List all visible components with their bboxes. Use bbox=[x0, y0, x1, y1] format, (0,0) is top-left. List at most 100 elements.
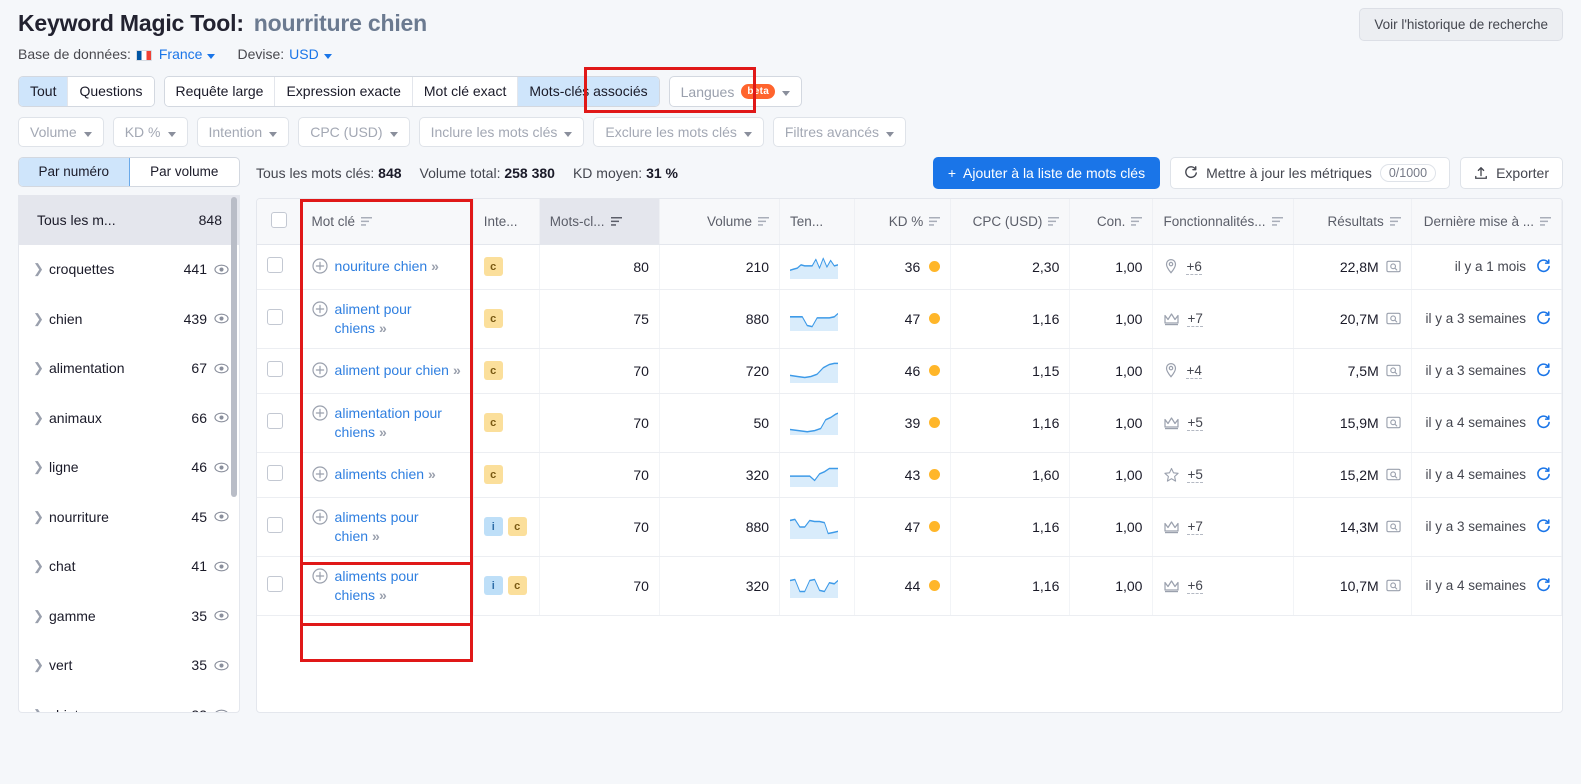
intent-badge-c[interactable]: c bbox=[483, 465, 503, 485]
add-keyword-icon[interactable] bbox=[311, 362, 328, 378]
features-more[interactable]: +4 bbox=[1186, 363, 1202, 379]
sort-by-volume-button[interactable]: Par volume bbox=[130, 158, 240, 186]
row-checkbox[interactable] bbox=[267, 361, 283, 377]
intent-badge-c[interactable]: c bbox=[483, 413, 503, 433]
update-metrics-button[interactable]: Mettre à jour les métriques 0/1000 bbox=[1170, 157, 1451, 189]
intent-badge-c[interactable]: c bbox=[483, 361, 503, 381]
add-keyword-icon[interactable] bbox=[311, 404, 328, 421]
table-row[interactable]: aliments pour chiens» ic 70 320 44 1,16 … bbox=[257, 556, 1562, 616]
chevrons-right-icon[interactable]: » bbox=[428, 466, 436, 482]
sidebar-item-animaux[interactable]: ❯ animaux 66 bbox=[19, 393, 239, 443]
add-keyword-icon[interactable] bbox=[311, 300, 328, 317]
th-related-keywords[interactable]: Mots-cl... bbox=[539, 199, 660, 245]
filter-volume[interactable]: Volume bbox=[18, 117, 104, 147]
add-keyword-icon[interactable] bbox=[311, 258, 328, 274]
row-checkbox[interactable] bbox=[267, 413, 283, 429]
th-last-update[interactable]: Dernière mise à ... bbox=[1411, 199, 1562, 245]
sidebar-item-chien[interactable]: ❯ chien 439 bbox=[19, 294, 239, 344]
tab-requete-large[interactable]: Requête large bbox=[164, 77, 276, 106]
search-history-button[interactable]: Voir l'historique de recherche bbox=[1359, 8, 1563, 41]
chevrons-right-icon[interactable]: » bbox=[379, 587, 387, 603]
filter-cpc[interactable]: CPC (USD) bbox=[298, 117, 410, 147]
intent-badge-c[interactable]: c bbox=[507, 517, 527, 537]
sidebar-item-chat[interactable]: ❯ chat 41 bbox=[19, 542, 239, 592]
tab-expression-exacte[interactable]: Expression exacte bbox=[275, 77, 413, 106]
intent-badge-c[interactable]: c bbox=[507, 576, 527, 596]
refresh-row-icon[interactable] bbox=[1536, 578, 1551, 593]
filter-exclude-keywords[interactable]: Exclure les mots clés bbox=[593, 117, 764, 147]
chevrons-right-icon[interactable]: » bbox=[372, 528, 380, 544]
sidebar-item-chiot[interactable]: ❯ chiot 33 bbox=[19, 690, 239, 712]
th-results[interactable]: Résultats bbox=[1293, 199, 1412, 245]
add-to-keyword-list-button[interactable]: + Ajouter à la liste de mots clés bbox=[932, 157, 1161, 189]
refresh-row-icon[interactable] bbox=[1536, 467, 1551, 482]
table-row[interactable]: nouriture chien» c 80 210 36 2,30 1,00 +… bbox=[257, 244, 1562, 290]
eye-icon[interactable] bbox=[214, 311, 229, 326]
sidebar-item-gamme[interactable]: ❯ gamme 35 bbox=[19, 591, 239, 641]
sidebar-item-nourriture[interactable]: ❯ nourriture 45 bbox=[19, 492, 239, 542]
sidebar-item-alimentation[interactable]: ❯ alimentation 67 bbox=[19, 344, 239, 394]
tab-tout[interactable]: Tout bbox=[19, 77, 69, 106]
sidebar-item-vert[interactable]: ❯ vert 35 bbox=[19, 641, 239, 691]
keyword-link[interactable]: aliment pour chien» bbox=[335, 361, 461, 380]
features-more[interactable]: +6 bbox=[1187, 578, 1203, 594]
th-competition[interactable]: Con. bbox=[1069, 199, 1154, 245]
refresh-row-icon[interactable] bbox=[1536, 415, 1551, 430]
serp-preview-icon[interactable] bbox=[1386, 519, 1401, 534]
th-kd[interactable]: KD % bbox=[854, 199, 952, 245]
intent-badge-i[interactable]: i bbox=[483, 576, 503, 596]
keyword-link[interactable]: aliments pour chien» bbox=[335, 508, 463, 546]
chevrons-right-icon[interactable]: » bbox=[453, 362, 461, 378]
sidebar-item-all[interactable]: Tous les m... 848 bbox=[19, 195, 239, 245]
keyword-link[interactable]: aliment pour chiens» bbox=[335, 300, 463, 338]
serp-preview-icon[interactable] bbox=[1386, 415, 1401, 430]
eye-icon[interactable] bbox=[214, 509, 229, 524]
sidebar-item-croquettes[interactable]: ❯ croquettes 441 bbox=[19, 245, 239, 295]
eye-icon[interactable] bbox=[214, 559, 229, 574]
add-keyword-icon[interactable] bbox=[311, 567, 328, 584]
eye-icon[interactable] bbox=[214, 410, 229, 425]
row-checkbox[interactable] bbox=[267, 309, 283, 325]
table-row[interactable]: aliment pour chiens» c 75 880 47 1,16 1,… bbox=[257, 289, 1562, 349]
th-cpc[interactable]: CPC (USD) bbox=[950, 199, 1071, 245]
eye-icon[interactable] bbox=[214, 658, 229, 673]
table-row[interactable]: alimentation pour chiens» c 70 50 39 1,1… bbox=[257, 393, 1562, 453]
chevrons-right-icon[interactable]: » bbox=[379, 424, 387, 440]
export-button[interactable]: Exporter bbox=[1460, 157, 1563, 189]
keyword-link[interactable]: aliments chien» bbox=[335, 465, 436, 484]
features-more[interactable]: +7 bbox=[1187, 311, 1203, 327]
eye-icon[interactable] bbox=[214, 460, 229, 475]
intent-badge-c[interactable]: c bbox=[483, 257, 503, 277]
th-keyword[interactable]: Mot clé bbox=[301, 199, 474, 245]
row-checkbox[interactable] bbox=[267, 576, 283, 592]
filter-advanced[interactable]: Filtres avancés bbox=[772, 117, 907, 147]
th-trend[interactable]: Ten... bbox=[779, 199, 856, 245]
sidebar-scrollbar[interactable] bbox=[231, 197, 237, 497]
th-volume[interactable]: Volume bbox=[659, 199, 781, 245]
intent-badge-c[interactable]: c bbox=[483, 309, 503, 329]
languages-filter[interactable]: Langues beta bbox=[668, 76, 803, 107]
chevrons-right-icon[interactable]: » bbox=[431, 258, 439, 274]
serp-preview-icon[interactable] bbox=[1386, 467, 1401, 482]
chevrons-right-icon[interactable]: » bbox=[379, 320, 387, 336]
features-more[interactable]: +5 bbox=[1187, 467, 1203, 483]
eye-icon[interactable] bbox=[214, 361, 229, 376]
filter-include-keywords[interactable]: Inclure les mots clés bbox=[418, 117, 585, 147]
select-all-checkbox[interactable] bbox=[270, 211, 287, 228]
table-row[interactable]: aliment pour chien» c 70 720 46 1,15 1,0… bbox=[257, 348, 1562, 394]
sidebar-item-ligne[interactable]: ❯ ligne 46 bbox=[19, 443, 239, 493]
currency-selector[interactable]: Devise: USD bbox=[237, 46, 332, 62]
refresh-row-icon[interactable] bbox=[1536, 363, 1551, 378]
refresh-row-icon[interactable] bbox=[1536, 311, 1551, 326]
serp-preview-icon[interactable] bbox=[1386, 578, 1401, 593]
row-checkbox[interactable] bbox=[267, 257, 283, 273]
eye-icon[interactable] bbox=[214, 262, 229, 277]
tab-mots-cles-associes[interactable]: Mots-clés associés bbox=[518, 77, 659, 106]
serp-preview-icon[interactable] bbox=[1386, 259, 1401, 274]
add-keyword-icon[interactable] bbox=[311, 508, 328, 525]
add-keyword-icon[interactable] bbox=[311, 466, 328, 482]
keyword-link[interactable]: aliments pour chiens» bbox=[335, 567, 463, 605]
keyword-link[interactable]: nouriture chien» bbox=[335, 257, 439, 276]
tab-mot-cle-exact[interactable]: Mot clé exact bbox=[412, 77, 519, 106]
database-selector[interactable]: Base de données: France bbox=[18, 46, 216, 62]
